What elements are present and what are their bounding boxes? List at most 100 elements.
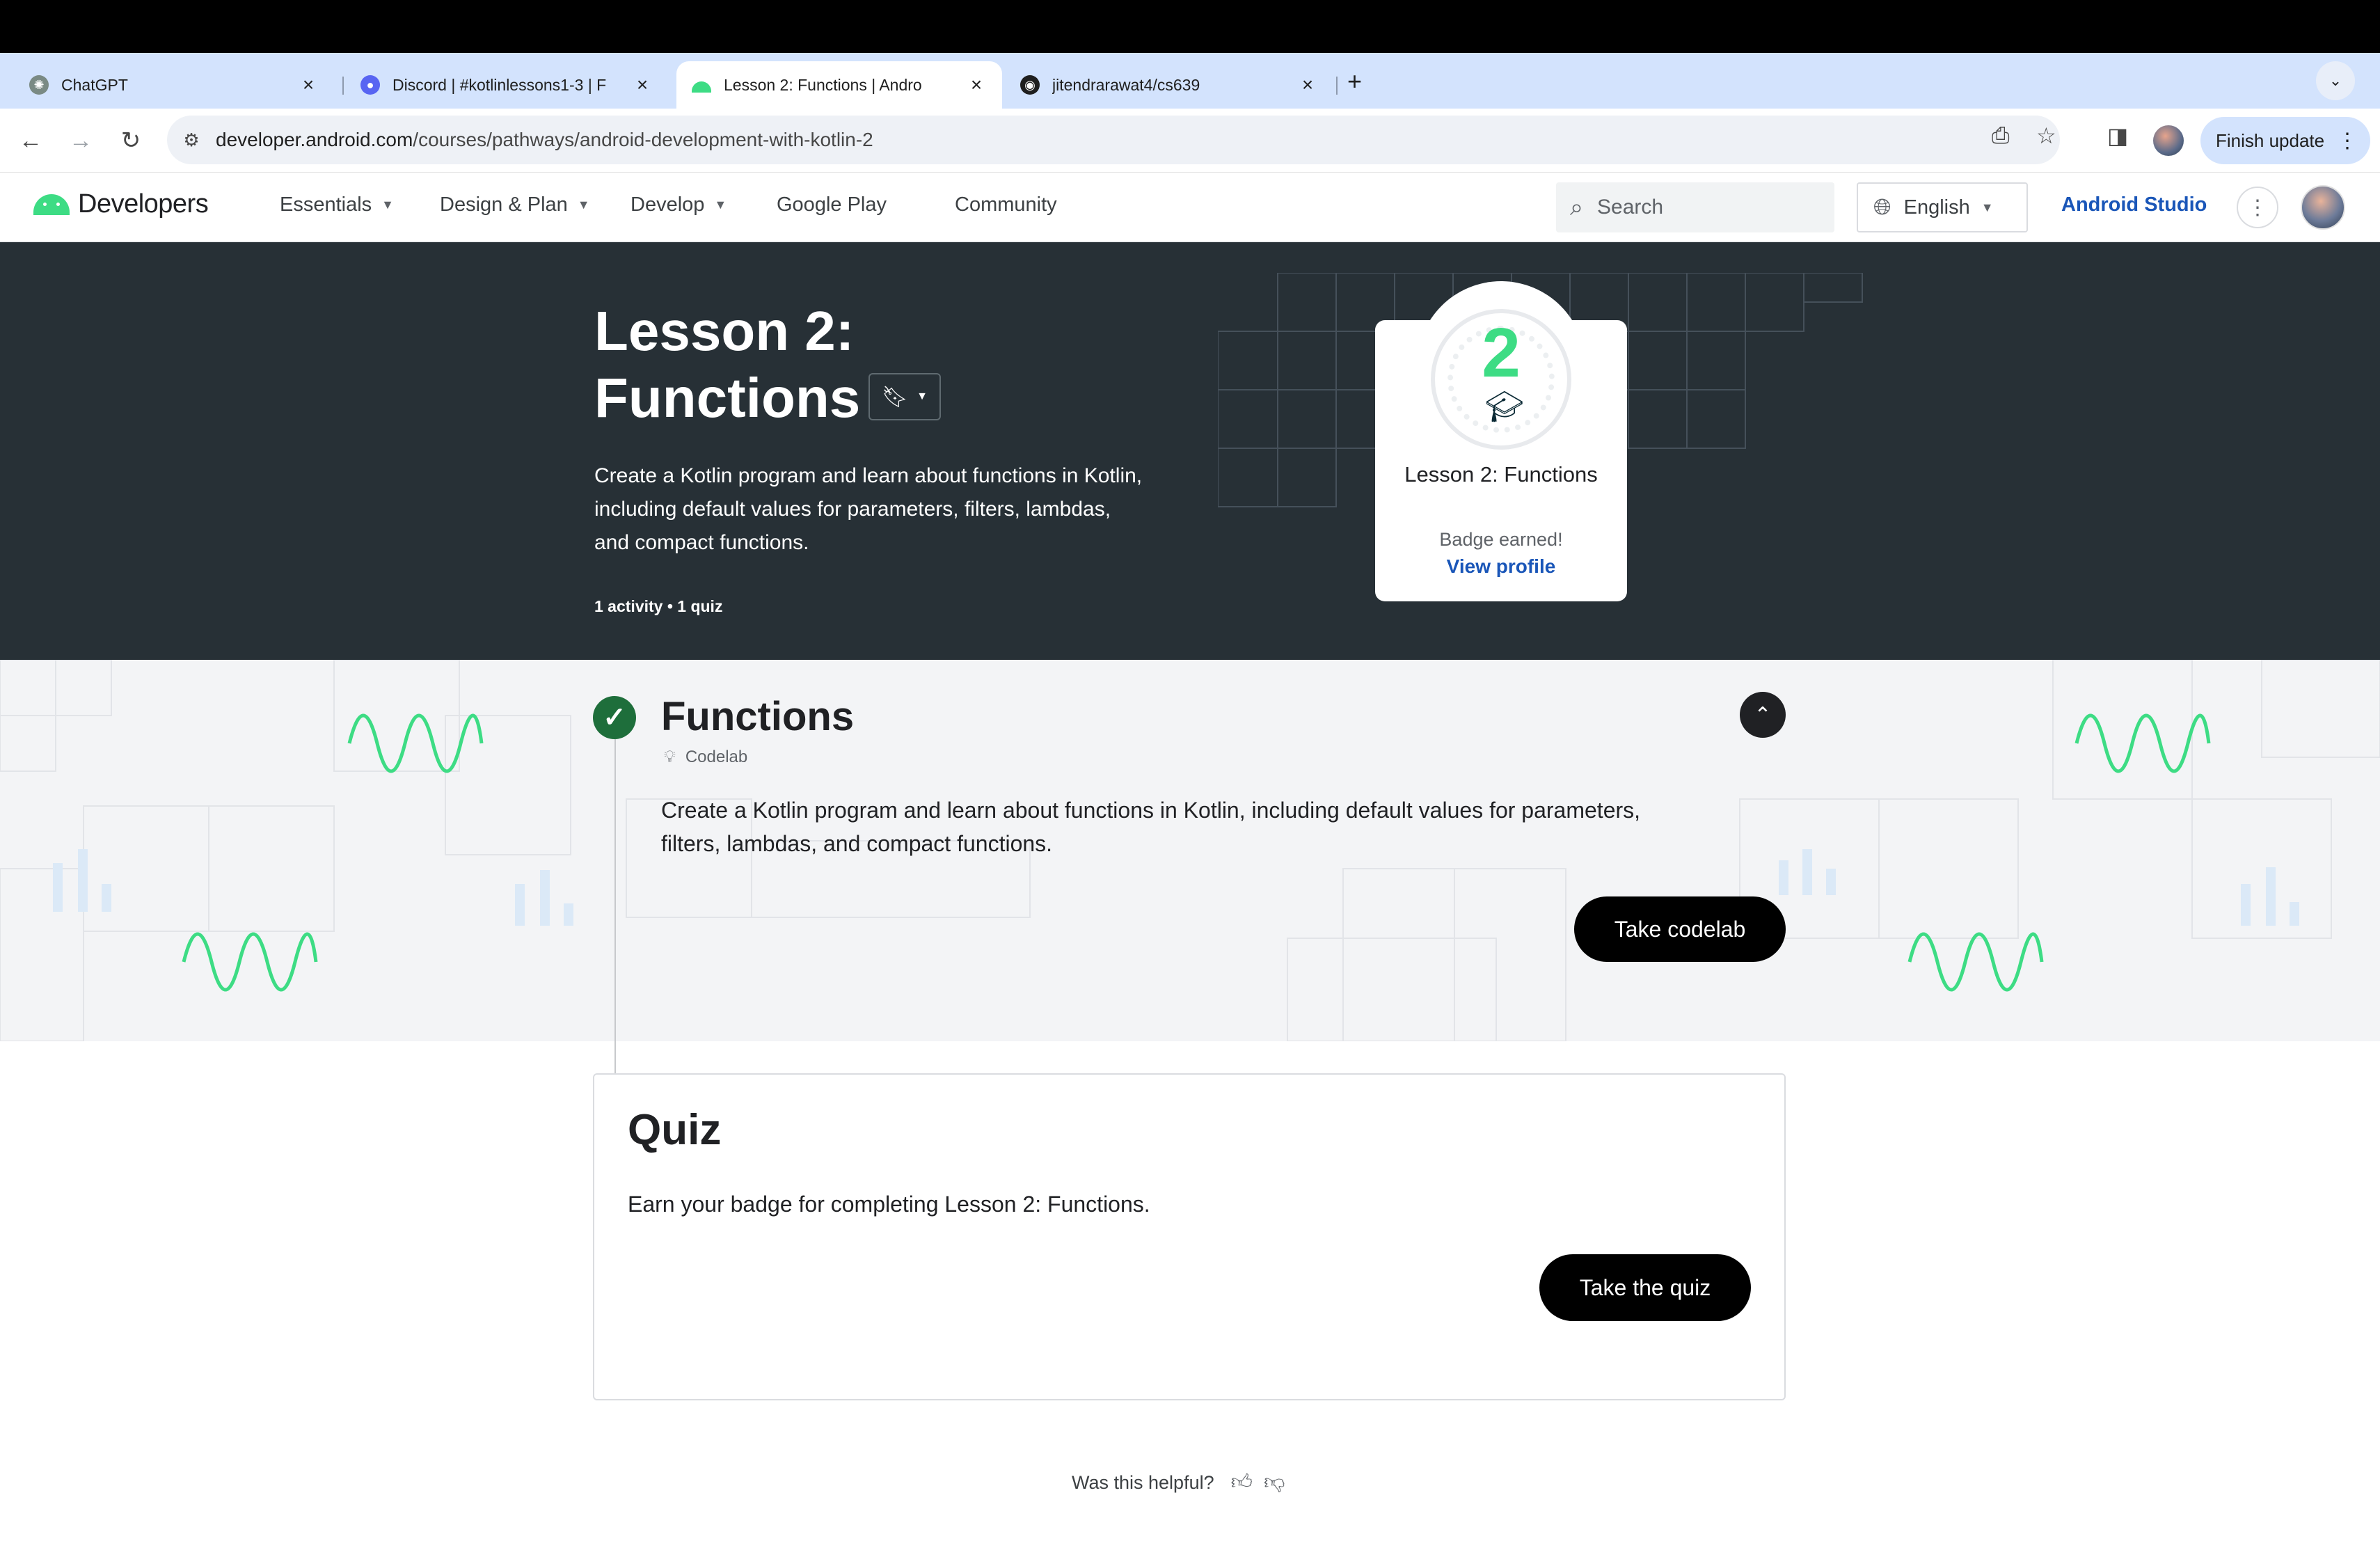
tab-discord[interactable]: ● Discord | #kotlinlessons1-3 | F × <box>345 61 668 109</box>
badge-medal: 2 🎓︎ <box>1431 309 1571 450</box>
quiz-description: Earn your badge for completing Lesson 2:… <box>628 1192 1150 1217</box>
lightbulb-icon: 💡︎ <box>664 748 676 766</box>
view-profile-link[interactable]: View profile <box>1375 555 1627 578</box>
side-panel-icon[interactable]: ◨ <box>2107 123 2128 149</box>
quiz-title: Quiz <box>628 1106 722 1154</box>
tab-title: Discord | #kotlinlessons1-3 | F <box>392 75 607 94</box>
badge-name: Lesson 2: Functions <box>1404 462 1598 487</box>
screen-top-bar <box>0 0 2380 53</box>
caret-down-icon: ▼ <box>1981 200 1994 214</box>
tab-title: jitendrarawat4/cs639 <box>1052 75 1200 94</box>
tab-title: ChatGPT <box>61 75 128 94</box>
caret-down-icon: ▼ <box>917 390 928 402</box>
search-placeholder: Search <box>1597 196 1664 219</box>
tab-separator <box>1336 77 1338 95</box>
logo-text: Developers <box>78 189 209 219</box>
codelab-title: Functions <box>661 694 855 739</box>
android-icon <box>33 193 70 215</box>
close-icon[interactable]: × <box>298 74 319 96</box>
codelab-type-label: Codelab <box>685 748 748 766</box>
finish-update-button[interactable]: Finish update ⋮ <box>2200 117 2370 164</box>
nav-essentials[interactable]: Essentials ▼ <box>280 193 394 216</box>
nav-develop[interactable]: Develop ▼ <box>630 193 727 216</box>
close-icon[interactable]: × <box>966 74 987 96</box>
github-icon: ◉ <box>1020 75 1040 95</box>
collapse-button[interactable]: ⌃ <box>1740 692 1786 738</box>
nav-label: Design & Plan <box>440 193 568 216</box>
star-icon[interactable]: ☆ <box>2036 123 2056 149</box>
badge-earned-text: Badge earned! <box>1439 529 1563 550</box>
site-header: Developers Essentials ▼ Design & Plan ▼ De… <box>0 173 2380 242</box>
close-icon[interactable]: × <box>1297 74 1318 96</box>
nav-label: Essentials <box>280 193 372 216</box>
address-bar[interactable]: ⚙ developer.android.com/courses/pathways… <box>167 116 2060 164</box>
nav-label: Google Play <box>777 193 887 216</box>
page-title: Lesson 2: Functions <box>594 298 860 432</box>
graduation-cap-icon: 🎓︎ <box>1485 390 1524 424</box>
caret-down-icon: ▼ <box>577 198 590 212</box>
lesson-description: Create a Kotlin program and learn about … <box>594 464 1143 554</box>
thumbs-down-icon[interactable]: 👎︎ <box>1264 1470 1285 1495</box>
codelab-description: Create a Kotlin program and learn about … <box>661 798 1641 856</box>
feedback-bar: Was this helpful? 👍︎ 👎︎ <box>1072 1470 1285 1495</box>
android-studio-link[interactable]: Android Studio <box>2061 193 2207 216</box>
chevron-up-icon: ⌃ <box>1754 703 1772 727</box>
tab-chatgpt[interactable]: ✺ ChatGPT × <box>14 61 334 109</box>
take-codelab-button[interactable]: Take codelab <box>1574 896 1786 962</box>
tab-title: Lesson 2: Functions | Andro <box>724 75 922 94</box>
android-icon <box>692 75 711 95</box>
caret-down-icon: ▼ <box>714 198 727 212</box>
page-title-line-1: Lesson 2: <box>594 300 855 362</box>
search-input[interactable]: ⌕ Search <box>1556 182 1834 232</box>
discord-icon: ● <box>360 75 380 95</box>
feedback-question: Was this helpful? <box>1072 1471 1214 1493</box>
codelab-section: ✓ Functions 💡︎ Codelab Create a Kotlin p… <box>0 660 2380 1041</box>
forward-icon[interactable]: → <box>63 123 99 159</box>
lesson-hero: Lesson 2: Functions 🔖︎ ▼ Create a Kotlin … <box>0 242 2380 660</box>
bookmark-icon: 🔖︎ <box>882 385 909 409</box>
globe-icon: 🌐︎ <box>1873 194 1891 219</box>
finish-update-label: Finish update <box>2216 129 2325 151</box>
check-circle-icon: ✓ <box>593 696 636 739</box>
reload-icon[interactable]: ↻ <box>113 123 149 159</box>
quiz-card: Quiz Earn your badge for completing Less… <box>593 1073 1786 1400</box>
install-app-icon[interactable]: ⎙ <box>1992 123 2010 149</box>
nav-google-play[interactable]: Google Play <box>777 193 887 216</box>
page-title-line-2: Functions <box>594 367 861 429</box>
language-label: English <box>1903 196 1970 219</box>
profile-avatar[interactable] <box>2153 125 2184 156</box>
close-icon[interactable]: × <box>632 74 653 96</box>
progress-timeline <box>614 1041 616 1075</box>
avatar[interactable] <box>2301 185 2345 230</box>
badge-number: 2 <box>1482 314 1521 392</box>
more-vert-icon: ⋮ <box>2337 129 2358 152</box>
chatgpt-icon: ✺ <box>29 75 49 95</box>
url-text: developer.android.com/courses/pathways/a… <box>216 129 873 151</box>
bookmark-button[interactable]: 🔖︎ ▼ <box>868 373 941 420</box>
browser-toolbar: ← → ↻ ⚙ developer.android.com/courses/pa… <box>0 109 2380 173</box>
tab-github[interactable]: ◉ jitendrarawat4/cs639 × <box>1005 61 1333 109</box>
caret-down-icon: ▼ <box>381 198 394 212</box>
back-icon[interactable]: ← <box>13 123 49 159</box>
nav-label: Community <box>955 193 1057 216</box>
codelab-type: 💡︎ Codelab <box>664 748 747 767</box>
tab-separator <box>342 77 344 95</box>
take-quiz-button[interactable]: Take the quiz <box>1539 1254 1751 1321</box>
search-icon: ⌕ <box>1570 193 1584 221</box>
site-info-icon[interactable]: ⚙ <box>167 129 216 151</box>
developers-logo[interactable]: Developers <box>33 189 209 219</box>
progress-timeline <box>614 739 616 1041</box>
url-path: /courses/pathways/android-development-wi… <box>413 129 873 150</box>
tab-lesson-2[interactable]: Lesson 2: Functions | Andro × <box>676 61 1002 109</box>
language-select[interactable]: 🌐︎ English ▼ <box>1857 182 2028 232</box>
nav-design-plan[interactable]: Design & Plan ▼ <box>440 193 590 216</box>
new-tab-icon[interactable]: + <box>1347 67 1362 96</box>
thumbs-up-icon[interactable]: 👍︎ <box>1231 1470 1253 1495</box>
more-vert-icon[interactable]: ⋮ <box>2237 187 2278 228</box>
tab-strip: ✺ ChatGPT × ● Discord | #kotlinlessons1-… <box>0 53 2380 109</box>
nav-community[interactable]: Community <box>955 193 1057 216</box>
lesson-meta: 1 activity • 1 quiz <box>594 597 723 615</box>
chevron-down-icon[interactable]: ⌄ <box>2316 61 2355 100</box>
nav-label: Develop <box>630 193 705 216</box>
url-host: developer.android.com <box>216 129 413 150</box>
